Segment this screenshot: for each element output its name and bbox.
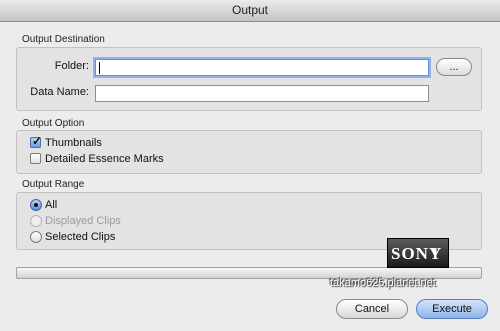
watermark-text: takamo625.planet.net [330, 277, 436, 289]
range-option-displayed-clips-label: Displayed Clips [45, 215, 121, 227]
folder-label: Folder: [54, 60, 89, 72]
cancel-button[interactable]: Cancel [336, 299, 408, 319]
text-caret [99, 62, 100, 74]
radio-all[interactable] [30, 199, 42, 211]
output-option-title: Output Option [22, 118, 85, 129]
output-range-title: Output Range [22, 179, 85, 190]
folder-input[interactable] [95, 59, 429, 76]
output-destination-group: Folder: ... Data Name: [16, 47, 482, 111]
output-destination-title: Output Destination [22, 34, 105, 45]
radio-displayed-clips [30, 215, 42, 227]
browse-folder-button[interactable]: ... [436, 58, 472, 76]
detailed-essence-marks-label: Detailed Essence Marks [45, 153, 164, 165]
data-name-label: Data Name: [30, 86, 89, 98]
sony-logo: SONY ◖ [387, 238, 449, 268]
data-name-input[interactable] [95, 85, 429, 102]
checkmark-icon: ✓ [32, 134, 43, 148]
apple-logo-icon: ◖ [429, 241, 440, 261]
thumbnails-label: Thumbnails [45, 137, 102, 149]
radio-selected-clips[interactable] [30, 231, 42, 243]
range-option-all-label: All [45, 199, 58, 211]
detailed-essence-marks-checkbox[interactable] [30, 153, 41, 164]
range-option-selected-clips-label: Selected Clips [45, 231, 116, 243]
window-title: Output [231, 3, 269, 17]
thumbnails-checkbox[interactable]: ✓ [30, 134, 43, 148]
execute-button[interactable]: Execute [416, 299, 488, 319]
window-title-bar[interactable]: Output [0, 0, 500, 22]
